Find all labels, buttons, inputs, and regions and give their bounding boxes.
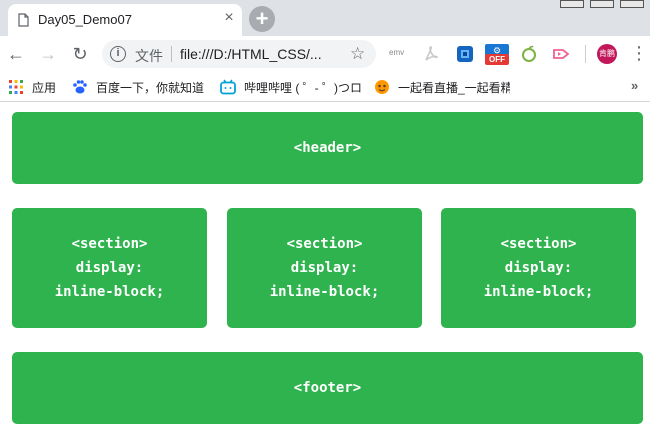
off-icon[interactable]: ⚙ OFF [485,43,509,65]
page-viewport: <header> <section> display: inline-block… [0,103,650,432]
apps-grid-icon[interactable] [8,79,24,95]
section-tag: <section> [500,236,577,252]
off-badge: OFF [485,54,509,65]
forward-arrow-icon[interactable]: → [36,42,60,66]
section-block: <section> display: inline-block; [12,208,207,328]
footer-label: <footer> [293,380,362,396]
lime-icon[interactable] [520,45,538,63]
extension-icon[interactable] [456,45,474,63]
chevron-double-right-icon[interactable]: » [631,78,638,93]
plus-icon[interactable]: + [249,6,275,32]
minimize-button[interactable] [560,0,584,8]
pdf-icon[interactable] [422,45,440,63]
section-block: <section> display: inline-block; [441,208,636,328]
section-value: inline-block; [483,284,594,300]
section-display: display: [75,260,144,276]
tab-active[interactable]: Day05_Demo07 × [8,4,242,36]
baidu-paw-icon [73,80,87,94]
address-bar[interactable]: i 文件 file:///D:/HTML_CSS/... ☆ [102,40,376,68]
back-arrow-icon[interactable]: ← [4,42,28,66]
maximize-button[interactable] [590,0,614,8]
section-value: inline-block; [54,284,165,300]
section-tag: <section> [286,236,363,252]
bookmark-yiqikan[interactable]: 一起看直播_一起看精 [398,79,510,96]
section-value: inline-block; [269,284,380,300]
page-icon [18,13,29,27]
header-label: <header> [293,140,362,156]
omnibox-divider [171,46,172,62]
tab-strip: Day05_Demo07 × + [0,0,650,36]
url-text[interactable]: file:///D:/HTML_CSS/... [180,46,322,62]
close-window-button[interactable] [620,0,644,8]
yiqikan-icon [375,80,389,94]
bookmark-apps[interactable]: 应用 [32,79,56,96]
section-display: display: [504,260,573,276]
bookmark-baidu[interactable]: 百度一下，你就知道 [96,79,204,96]
tab-title: Day05_Demo07 [38,12,132,27]
toolbar-divider [585,45,586,63]
bookmarks-bar: 应用 百度一下，你就知道 哔哩哔哩 ( ゜- ゜)つロ 一起看直播_一起看精 » [0,72,650,102]
more-vert-icon[interactable]: ⋮ [630,44,648,64]
info-icon[interactable]: i [110,46,126,62]
bookmark-bilibili[interactable]: 哔哩哔哩 ( ゜- ゜)つロ [244,79,362,96]
star-icon[interactable]: ☆ [350,44,365,64]
section-block: <section> display: inline-block; [227,208,422,328]
header-block: <header> [12,112,643,184]
emv-icon[interactable]: emv [389,48,404,57]
section-display: display: [290,260,359,276]
section-tag: <section> [71,236,148,252]
arrow-tag-icon[interactable] [552,45,570,63]
reload-icon[interactable]: ↻ [68,42,92,66]
footer-block: <footer> [12,352,643,424]
avatar-icon[interactable]: 肯鹏 [597,44,617,64]
toolbar: ← → ↻ i 文件 file:///D:/HTML_CSS/... ☆ emv… [0,36,650,72]
close-icon[interactable]: × [220,9,238,27]
scheme-label: 文件 [135,48,163,64]
bilibili-icon [220,79,236,95]
